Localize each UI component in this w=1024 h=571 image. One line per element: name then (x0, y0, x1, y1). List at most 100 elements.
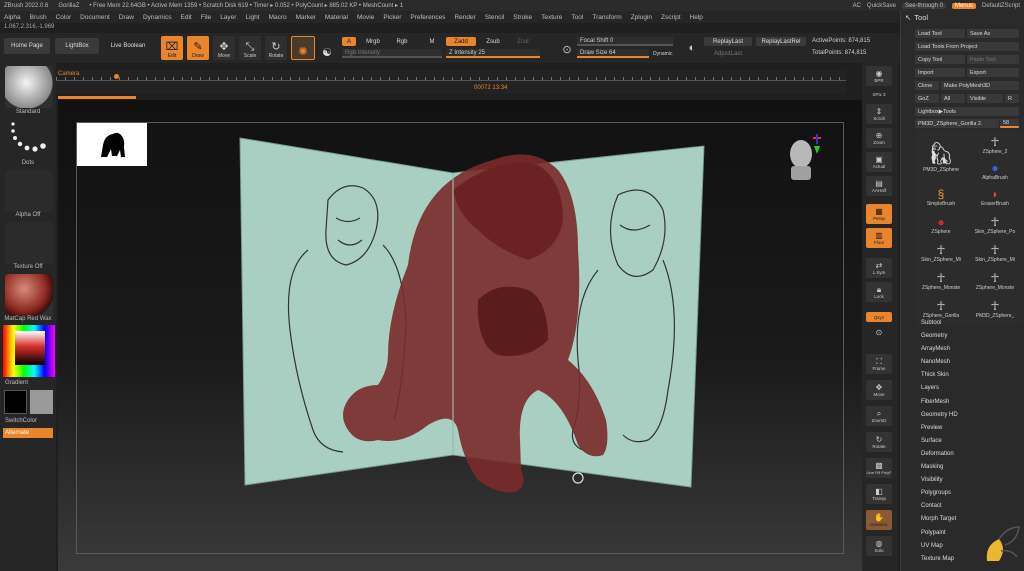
m-toggle[interactable]: M (426, 37, 438, 46)
menu-file[interactable]: File (201, 14, 211, 21)
section-subtool[interactable]: Subtool (921, 320, 958, 333)
switch-color-button[interactable]: SwitchColor (5, 418, 57, 424)
material-thumbnail[interactable] (5, 274, 53, 316)
menu-zscript[interactable]: Zscript (661, 14, 681, 21)
timeline[interactable]: Camera 00072 13:34 (56, 70, 846, 94)
r-button[interactable]: R (1005, 94, 1019, 103)
draw-size-slider[interactable]: Draw Size 64 (577, 49, 649, 58)
draw-mode-button[interactable]: ✎ Draw (187, 36, 209, 60)
menu-color[interactable]: Color (56, 14, 72, 21)
scroll-button[interactable]: ⇕ Scroll (866, 104, 892, 124)
lightbox-tools-button[interactable]: Lightbox▶Tools (915, 107, 1019, 116)
tool-eraserbrush[interactable]: ◗ EraserBrush (969, 179, 1021, 207)
section-arraymesh[interactable]: ArrayMesh (921, 346, 958, 359)
tool-skin-zsphere-mi-a[interactable]: ☥ Skin_ZSphere_Mi (915, 235, 967, 263)
adjust-last-button[interactable]: AdjustLast (704, 49, 752, 58)
section-geometry[interactable]: Geometry (921, 333, 958, 346)
dynamic-toggle[interactable]: Dynamic (653, 51, 672, 57)
replay-last-button[interactable]: ReplayLast (704, 37, 752, 46)
color-picker-square[interactable] (15, 331, 45, 365)
load-tools-from-project-button[interactable]: Load Tools From Project (915, 42, 1019, 51)
tool-zsphere-gorilla[interactable]: ☥ ZSphere_Gorilla (915, 291, 967, 319)
visible-button[interactable]: Visible (967, 94, 1003, 103)
menu-picker[interactable]: Picker (383, 14, 401, 21)
dynamic-button[interactable]: ✋ Dynamic (866, 510, 892, 530)
section-deformation[interactable]: Deformation (921, 451, 958, 464)
transp-button[interactable]: ◧ Transp (866, 484, 892, 504)
import-button[interactable]: Import (915, 68, 965, 77)
spix-slider[interactable]: SPix 3 (866, 88, 892, 100)
section-polygroups[interactable]: Polygroups (921, 490, 958, 503)
secondary-color-swatch[interactable] (30, 390, 53, 414)
menu-alpha[interactable]: Alpha (4, 14, 21, 21)
actual-button[interactable]: ▣ Actual (866, 152, 892, 172)
color-mode-button[interactable]: ☯ (318, 36, 336, 60)
section-geometry-hd[interactable]: Geometry HD (921, 412, 958, 425)
menu-material[interactable]: Material (325, 14, 348, 21)
section-visibility[interactable]: Visibility (921, 477, 958, 490)
menu-help[interactable]: Help (690, 14, 703, 21)
tool-panel-header[interactable]: ↖ Tool (905, 13, 928, 22)
tool-pm3d-zsphere-2[interactable]: ☥ PM3D_ZSphere_ (969, 291, 1021, 319)
menu-light[interactable]: Light (245, 14, 259, 21)
timeline-keyframe[interactable] (114, 74, 119, 79)
a-toggle[interactable]: A (342, 37, 356, 46)
zoom3d-button[interactable]: ⌕ ZoomD (866, 406, 892, 426)
ac-label[interactable]: AC (853, 3, 861, 9)
export-button[interactable]: Export (967, 68, 1019, 77)
section-morph-target[interactable]: Morph Target (921, 516, 958, 529)
menu-transform[interactable]: Transform (592, 14, 621, 21)
paste-tool-button[interactable]: Paste Tool (967, 55, 1019, 64)
all-button[interactable]: All (941, 94, 965, 103)
tool-zsphere-monste-a[interactable]: ☥ ZSphere_Monste (915, 263, 967, 291)
edit-mode-button[interactable]: ⌧ Edit (161, 36, 183, 60)
tool-alphabrush[interactable]: ● AlphaBrush (969, 155, 1021, 181)
menu-document[interactable]: Document (80, 14, 110, 21)
alpha-thumbnail[interactable] (5, 170, 53, 212)
timeline-track[interactable] (56, 73, 846, 81)
floor-button[interactable]: ▥ Floor (866, 228, 892, 248)
menu-texture[interactable]: Texture (541, 14, 562, 21)
zadd-toggle[interactable]: Zadd (446, 37, 476, 46)
navigation-gizmo[interactable] (783, 130, 823, 186)
menu-marker[interactable]: Marker (296, 14, 316, 21)
replay-last-rel-button[interactable]: ReplayLastRel (756, 37, 806, 46)
section-surface[interactable]: Surface (921, 438, 958, 451)
menu-preferences[interactable]: Preferences (410, 14, 445, 21)
tool-skin-zsphere-mi-b[interactable]: ☥ Skin_ZSphere_Mi (969, 235, 1021, 263)
menu-tool[interactable]: Tool (571, 14, 583, 21)
save-as-button[interactable]: Save As (967, 29, 1019, 38)
lightbox-button[interactable]: LightBox (55, 38, 99, 54)
alternate-button[interactable]: Alternate (3, 428, 53, 438)
rgb-intensity-slider[interactable]: Rgb Intensity (342, 49, 442, 58)
clone-button[interactable]: Clone (915, 81, 939, 90)
polyframe-button[interactable]: ▩ Line Fill PolyF (866, 458, 892, 478)
tool-zsphere[interactable]: ● ZSphere (915, 207, 967, 235)
z-intensity-slider[interactable]: Z Intensity 25 (446, 49, 540, 58)
zoom-button[interactable]: ⊕ Zoom (866, 128, 892, 148)
section-layers[interactable]: Layers (921, 385, 958, 398)
color-picker[interactable] (3, 325, 55, 377)
current-tool-name[interactable]: PM3D_ZSphere_Gorilla 2. (915, 119, 999, 128)
section-polypaint[interactable]: Polypaint (921, 530, 958, 543)
section-preview[interactable]: Preview (921, 425, 958, 438)
canvas-viewport[interactable] (58, 100, 862, 571)
section-contact[interactable]: Contact (921, 503, 958, 516)
primary-color-swatch[interactable] (4, 390, 27, 414)
menu-layer[interactable]: Layer (220, 14, 236, 21)
material-swatch[interactable]: ✺ (291, 36, 315, 60)
menus-toggle[interactable]: Menus (951, 2, 976, 9)
aahalf-button[interactable]: ▤ AAHalf (866, 176, 892, 196)
rgb-toggle[interactable]: Rgb (390, 37, 414, 46)
mrgb-toggle[interactable]: Mrgb (359, 37, 387, 46)
menu-stroke[interactable]: Stroke (513, 14, 532, 21)
tool-pm3d-zsphere[interactable]: 🦍︎ PM3D_ZSphere (915, 133, 967, 173)
brush-thumbnail[interactable] (5, 66, 53, 108)
section-texture-map[interactable]: Texture Map (921, 556, 958, 569)
menu-edit[interactable]: Edit (181, 14, 192, 21)
home-page-button[interactable]: Home Page (4, 38, 50, 54)
frame-button[interactable]: ⛶ Frame (866, 354, 892, 374)
lock-button[interactable]: 🔒︎ Lock (866, 282, 892, 302)
quicksave-button[interactable]: QuickSave (867, 3, 896, 9)
texture-thumbnail[interactable] (5, 222, 53, 264)
